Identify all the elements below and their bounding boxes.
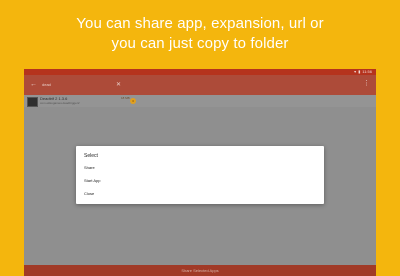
app-badge: 3 bbox=[130, 98, 136, 104]
share-selected-apps-label: Share Selected Apps bbox=[181, 268, 219, 273]
share-option[interactable]: Share bbox=[84, 165, 95, 171]
start-app-option[interactable]: Start App bbox=[84, 178, 100, 184]
dialog-title: Select bbox=[84, 153, 98, 159]
promo-line-1: You can share app, expansion, url or bbox=[76, 15, 324, 32]
search-toolbar: ← dead ✕ ⋮ bbox=[24, 75, 376, 95]
promo-banner: You can share app, expansion, url or you… bbox=[0, 0, 400, 68]
close-icon[interactable]: ✕ bbox=[116, 80, 121, 90]
more-vert-icon[interactable]: ⋮ bbox=[363, 79, 370, 89]
promo-line-2: you can just copy to folder bbox=[111, 35, 289, 52]
close-option[interactable]: Close bbox=[84, 191, 94, 197]
device-screen: ▾ ▮ 11:56 ← dead ✕ ⋮ Deadtrif 2 1.3.6 co… bbox=[24, 69, 376, 276]
search-input[interactable]: dead bbox=[42, 81, 51, 89]
arrow-back-icon[interactable]: ← bbox=[30, 80, 37, 90]
app-size: 18 MB bbox=[121, 96, 130, 100]
app-thumbnail bbox=[27, 97, 38, 107]
select-dialog: Select Share Start App Close bbox=[76, 146, 324, 204]
share-selected-apps-bar[interactable]: Share Selected Apps bbox=[24, 265, 376, 276]
list-item[interactable]: Deadtrif 2 1.3.6 com.ekkogames.deadtrigg… bbox=[24, 95, 376, 107]
app-package: com.ekkogames.deadtrigger2 bbox=[40, 101, 80, 105]
